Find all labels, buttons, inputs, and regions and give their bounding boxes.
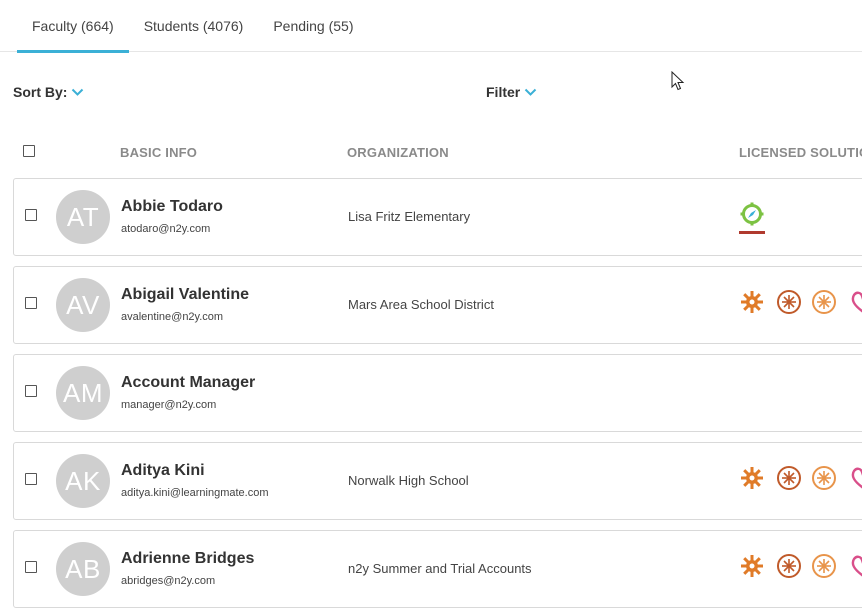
user-name[interactable]: Abbie Todaro [121,198,223,216]
tab-pending[interactable]: Pending (55) [258,0,368,52]
table-header: BASIC INFO ORGANIZATION LICENSED SOLUTIO [0,145,862,161]
avatar: AM [56,366,110,420]
avatar: AB [56,542,110,596]
row-checkbox[interactable] [25,561,37,573]
select-all-checkbox[interactable] [23,145,35,157]
user-organization: Mars Area School District [348,297,494,312]
tab-faculty[interactable]: Faculty (664) [17,0,129,53]
header-licensed-solutions[interactable]: LICENSED SOLUTIO [739,145,862,160]
user-organization: n2y Summer and Trial Accounts [348,561,532,576]
snowflake-circle-icon[interactable] [811,553,837,579]
row-checkbox[interactable] [25,385,37,397]
user-organization: Norwalk High School [348,473,469,488]
table-row[interactable]: AB Adrienne Bridges abridges@n2y.com n2y… [13,530,862,608]
faculty-page: Faculty (664) Students (4076) Pending (5… [0,0,862,616]
user-organization: Lisa Fritz Elementary [348,209,471,224]
active-solution-underline [739,231,765,234]
snowflake-circle-icon[interactable] [776,465,802,491]
table-row[interactable]: AT Abbie Todaro atodaro@n2y.com Lisa Fri… [13,178,862,256]
user-name[interactable]: Aditya Kini [121,462,205,480]
row-checkbox[interactable] [25,297,37,309]
user-email: abridges@n2y.com [121,575,216,587]
filter-dropdown[interactable]: Filter [486,84,537,100]
tab-students[interactable]: Students (4076) [129,0,259,52]
avatar: AK [56,454,110,508]
compass-icon[interactable] [739,201,765,227]
gear-icon[interactable] [739,289,765,315]
heart-icon[interactable] [849,553,862,579]
gear-icon[interactable] [739,553,765,579]
user-email: manager@n2y.com [121,399,217,411]
user-name[interactable]: Abigail Valentine [121,286,249,304]
avatar: AT [56,190,110,244]
user-name[interactable]: Adrienne Bridges [121,550,254,568]
header-basic-info[interactable]: BASIC INFO [120,145,197,160]
user-email: atodaro@n2y.com [121,223,211,235]
user-email: aditya.kini@learningmate.com [121,487,269,499]
snowflake-circle-icon[interactable] [811,465,837,491]
chevron-down-icon [525,88,537,96]
user-name[interactable]: Account Manager [121,374,255,392]
table-row[interactable]: AM Account Manager manager@n2y.com [13,354,862,432]
user-email: avalentine@n2y.com [121,311,224,323]
sort-by-dropdown[interactable]: Sort By: [13,84,84,100]
row-checkbox[interactable] [25,473,37,485]
sort-by-label: Sort By: [13,84,68,100]
gear-icon[interactable] [739,465,765,491]
avatar: AV [56,278,110,332]
snowflake-circle-icon[interactable] [811,289,837,315]
chevron-down-icon [72,88,84,96]
table-row[interactable]: AV Abigail Valentine avalentine@n2y.com … [13,266,862,344]
tab-bar: Faculty (664) Students (4076) Pending (5… [0,0,862,53]
snowflake-circle-icon[interactable] [776,289,802,315]
heart-icon[interactable] [849,465,862,491]
row-checkbox[interactable] [25,209,37,221]
filter-label: Filter [486,84,521,100]
table-row[interactable]: AK Aditya Kini aditya.kini@learningmate.… [13,442,862,520]
heart-icon[interactable] [849,289,862,315]
snowflake-circle-icon[interactable] [776,553,802,579]
header-organization[interactable]: ORGANIZATION [347,145,449,160]
mouse-cursor-icon [671,71,685,91]
